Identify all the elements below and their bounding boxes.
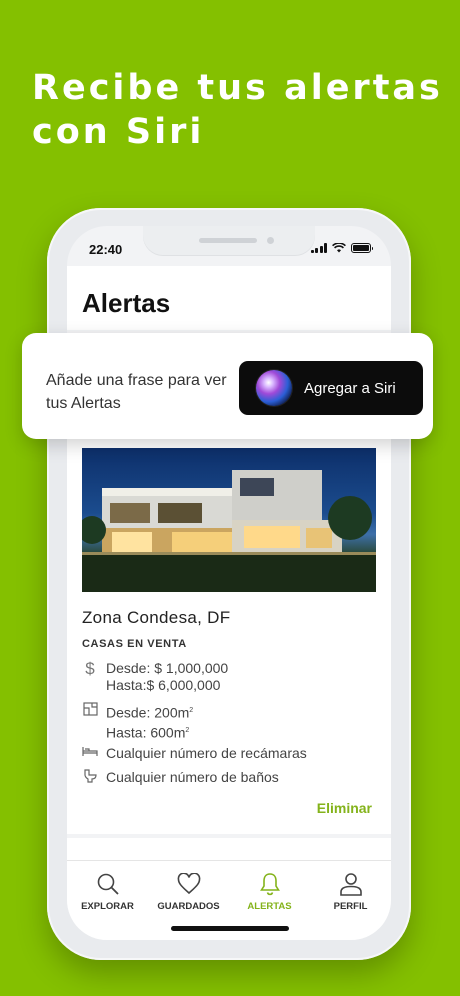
area-from: Desde: 200m: [106, 704, 190, 721]
page-header: Alertas: [67, 266, 391, 330]
headline: Recibe tus alertas con Siri: [32, 66, 443, 154]
bell-icon: [229, 871, 310, 897]
bathrooms-filter: Cualquier número de baños: [82, 769, 279, 786]
area-to-exp: 2: [185, 726, 190, 734]
area-to: Hasta: 600m: [106, 724, 186, 741]
phone-notch: [143, 226, 315, 256]
property-photo: [82, 448, 376, 592]
bed-icon: [82, 745, 98, 762]
price-from: Desde: $ 1,000,000: [106, 660, 229, 676]
delete-alert-link[interactable]: Eliminar: [317, 800, 372, 816]
area-from-exp: 2: [189, 707, 194, 714]
home-indicator: [171, 926, 289, 931]
tab-guardados[interactable]: GUARDADOS: [148, 871, 229, 912]
tab-alertas[interactable]: ALERTAS: [229, 871, 310, 912]
alert-title: Zona Condesa, DF: [82, 608, 231, 627]
siri-icon: [256, 370, 292, 406]
add-to-siri-button[interactable]: Agregar a Siri: [239, 361, 423, 415]
heart-icon: [148, 871, 229, 897]
bathrooms-text: Cualquier número de baños: [106, 769, 279, 785]
price-to: Hasta:$ 6,000,000: [106, 677, 221, 693]
page-title: Alertas: [82, 288, 171, 318]
floor-plan-icon: [82, 702, 98, 741]
siri-banner-text: Añade una frase para ver tus Alertas: [46, 372, 227, 412]
tab-guardados-label: GUARDADOS: [157, 901, 220, 912]
headline-line-2: con Siri: [32, 112, 205, 152]
status-time: 22:40: [89, 242, 123, 257]
tab-alertas-label: ALERTAS: [247, 901, 292, 912]
alert-subtitle: CASAS EN VENTA: [82, 638, 187, 650]
headline-line-1: Recibe tus alertas: [32, 68, 443, 108]
area-range: Desde: 200m2 Hasta: 600m2: [82, 702, 193, 741]
bedrooms-filter: Cualquier número de recámaras: [82, 745, 307, 762]
alert-card[interactable]: Zona Condesa, DF CASAS EN VENTA $ Desde:…: [67, 424, 391, 834]
tab-perfil-label: PERFIL: [333, 901, 368, 912]
tab-explorar-label: EXPLORAR: [81, 901, 134, 912]
add-to-siri-label: Agregar a Siri: [304, 379, 396, 397]
tab-bar: EXPLORAR GUARDADOS ALERTAS PERFIL: [67, 860, 391, 940]
battery-icon: [351, 243, 373, 253]
bedrooms-text: Cualquier número de recámaras: [106, 745, 307, 761]
search-icon: [67, 871, 148, 897]
wifi-icon: [332, 243, 346, 253]
dollar-icon: $: [85, 659, 95, 678]
user-icon: [310, 871, 391, 897]
tab-explorar[interactable]: EXPLORAR: [67, 871, 148, 912]
speaker-grille: [199, 238, 257, 243]
tab-perfil[interactable]: PERFIL: [310, 871, 391, 912]
front-camera: [267, 237, 274, 244]
status-icons: [310, 243, 373, 253]
cellular-signal-icon: [310, 243, 327, 253]
siri-banner: Añade una frase para ver tus Alertas Agr…: [22, 333, 433, 439]
toilet-icon: [82, 769, 98, 786]
price-range: $ Desde: $ 1,000,000 Hasta:$ 6,000,000: [82, 660, 228, 694]
